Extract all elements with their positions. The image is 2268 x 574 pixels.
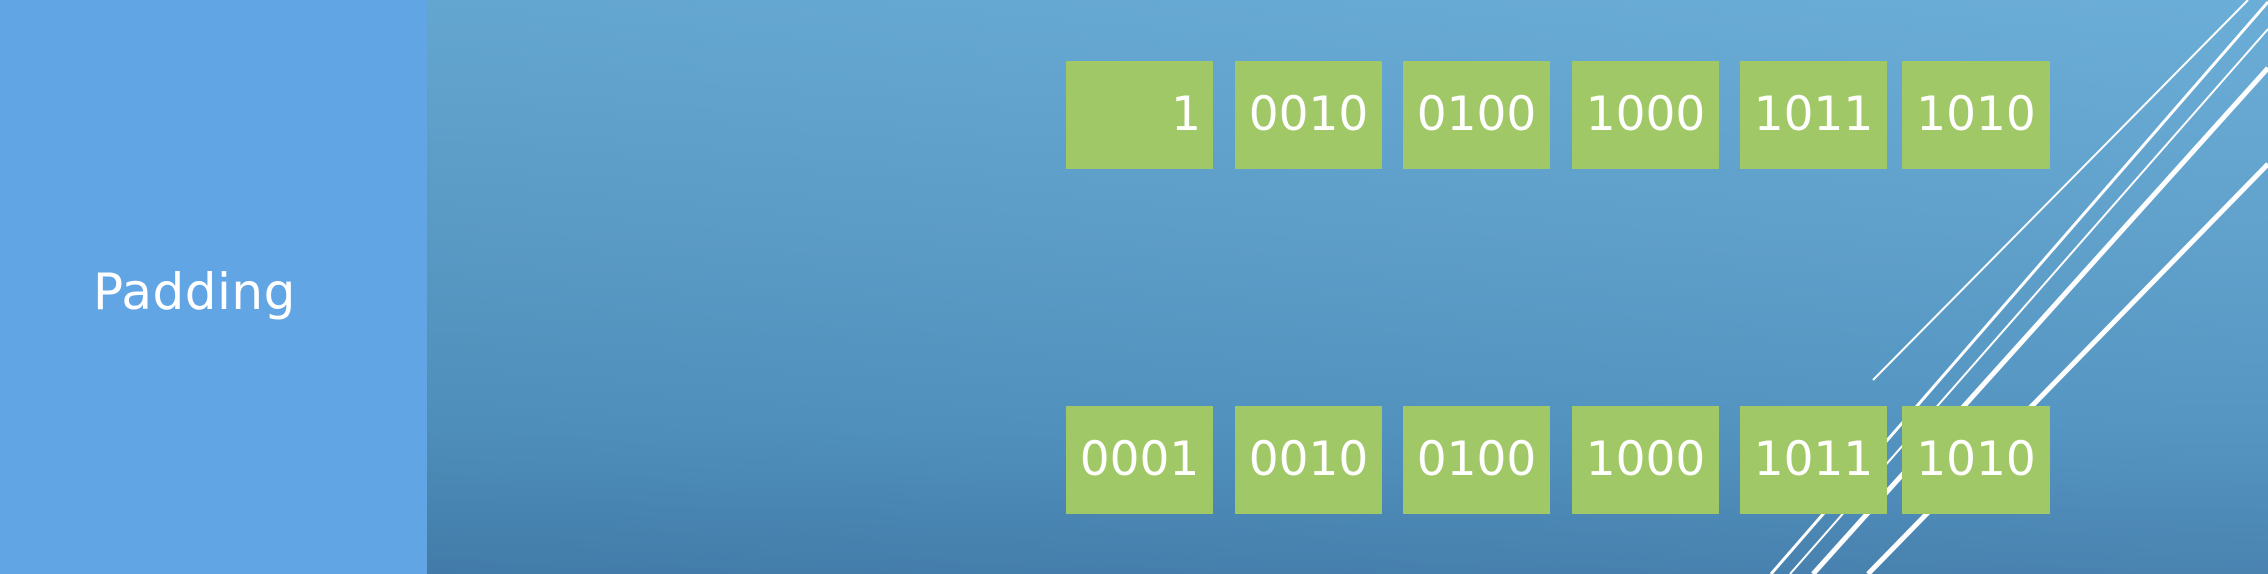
padded-block-1: 0001: [1066, 406, 1213, 514]
sidebar-panel: Padding: [0, 0, 427, 574]
slide-title: Padding: [93, 263, 296, 321]
padded-block-2: 0010: [1235, 406, 1382, 514]
padded-block-4: 1000: [1572, 406, 1719, 514]
unpadded-block-1: 1: [1066, 61, 1213, 169]
unpadded-block-5: 1011: [1740, 61, 1887, 169]
unpadded-row: 1 0010 0100 1000 1011 1010: [427, 61, 2268, 169]
unpadded-block-6: 1010: [1902, 61, 2050, 169]
padded-row: 0001 0010 0100 1000 1011 1010: [427, 406, 2268, 514]
content-area: 1 0010 0100 1000 1011 1010 0001 0010 010…: [427, 0, 2268, 574]
unpadded-block-2: 0010: [1235, 61, 1382, 169]
slide: Padding 1 0010 0100 1000 1011 1010 0001 …: [0, 0, 2268, 574]
padded-block-5: 1011: [1740, 406, 1887, 514]
unpadded-block-3: 0100: [1403, 61, 1550, 169]
padded-block-3: 0100: [1403, 406, 1550, 514]
padded-block-6: 1010: [1902, 406, 2050, 514]
unpadded-block-4: 1000: [1572, 61, 1719, 169]
